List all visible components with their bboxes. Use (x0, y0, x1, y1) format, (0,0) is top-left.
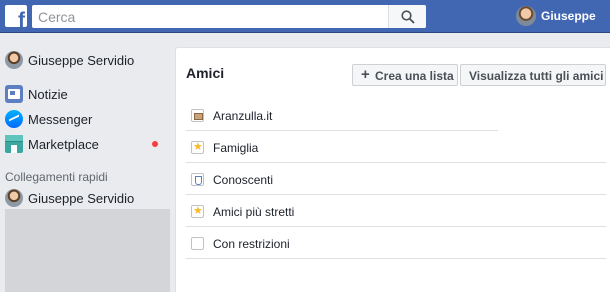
list-item[interactable]: Con restrizioni (186, 227, 606, 259)
star-icon (191, 204, 204, 218)
search-icon (401, 10, 415, 24)
list-item-label: Famiglia (213, 141, 259, 155)
facebook-logo[interactable]: f (5, 5, 27, 27)
list-item[interactable]: Aranzulla.it (186, 99, 498, 131)
list-item-label: Amici più stretti (213, 205, 295, 219)
user-name: Giuseppe (541, 9, 596, 23)
friends-panel: Amici + Crea una lista Visualizza tutti … (175, 47, 610, 292)
logo-glyph: f (18, 9, 25, 27)
list-item-label: Conoscenti (213, 173, 274, 187)
left-sidebar: Giuseppe Servidio Notizie Messenger Mark… (0, 34, 170, 292)
avatar (5, 51, 23, 69)
create-list-label: Crea una lista (375, 69, 454, 83)
avatar (5, 189, 23, 207)
view-all-label: Visualizza tutti gli amici (469, 69, 604, 83)
messenger-icon (5, 110, 23, 128)
list-item-label: Con restrizioni (213, 237, 290, 251)
sidebar-item-label: Giuseppe Servidio (28, 53, 135, 68)
list-item-label: Aranzulla.it (213, 109, 273, 123)
search-box (32, 5, 426, 28)
notification-dot (152, 141, 158, 147)
sidebar-shortcut-profile[interactable]: Giuseppe Servidio (5, 188, 165, 208)
list-item[interactable]: Amici più stretti (186, 195, 606, 227)
sidebar-item-profile[interactable]: Giuseppe Servidio (5, 50, 165, 70)
sidebar-item-label: Giuseppe Servidio (28, 191, 135, 206)
star-icon (191, 140, 204, 154)
search-input[interactable] (32, 5, 392, 28)
marketplace-icon (5, 135, 23, 153)
placeholder-panel (5, 209, 170, 292)
sidebar-item-notizie[interactable]: Notizie (5, 84, 165, 104)
divider (186, 258, 606, 259)
plus-icon: + (361, 66, 370, 83)
view-all-friends-button[interactable]: Visualizza tutti gli amici (460, 64, 606, 86)
restricted-icon (191, 237, 204, 250)
top-bar: f Giuseppe (0, 0, 610, 33)
sidebar-item-marketplace[interactable]: Marketplace (5, 134, 165, 154)
shortcuts-heading: Collegamenti rapidi (5, 170, 108, 184)
list-item[interactable]: Famiglia (186, 131, 606, 163)
sidebar-item-label: Marketplace (28, 137, 99, 152)
create-list-button[interactable]: + Crea una lista (352, 64, 458, 86)
sidebar-item-label: Messenger (28, 112, 93, 127)
work-icon (191, 109, 204, 122)
search-button[interactable] (388, 5, 426, 28)
list-item[interactable]: Conoscenti (186, 163, 606, 195)
newsfeed-icon (5, 85, 23, 103)
page-title: Amici (186, 65, 225, 81)
acquaintances-icon (191, 173, 204, 186)
sidebar-item-label: Notizie (28, 87, 68, 102)
avatar (516, 6, 536, 26)
sidebar-item-messenger[interactable]: Messenger (5, 109, 165, 129)
